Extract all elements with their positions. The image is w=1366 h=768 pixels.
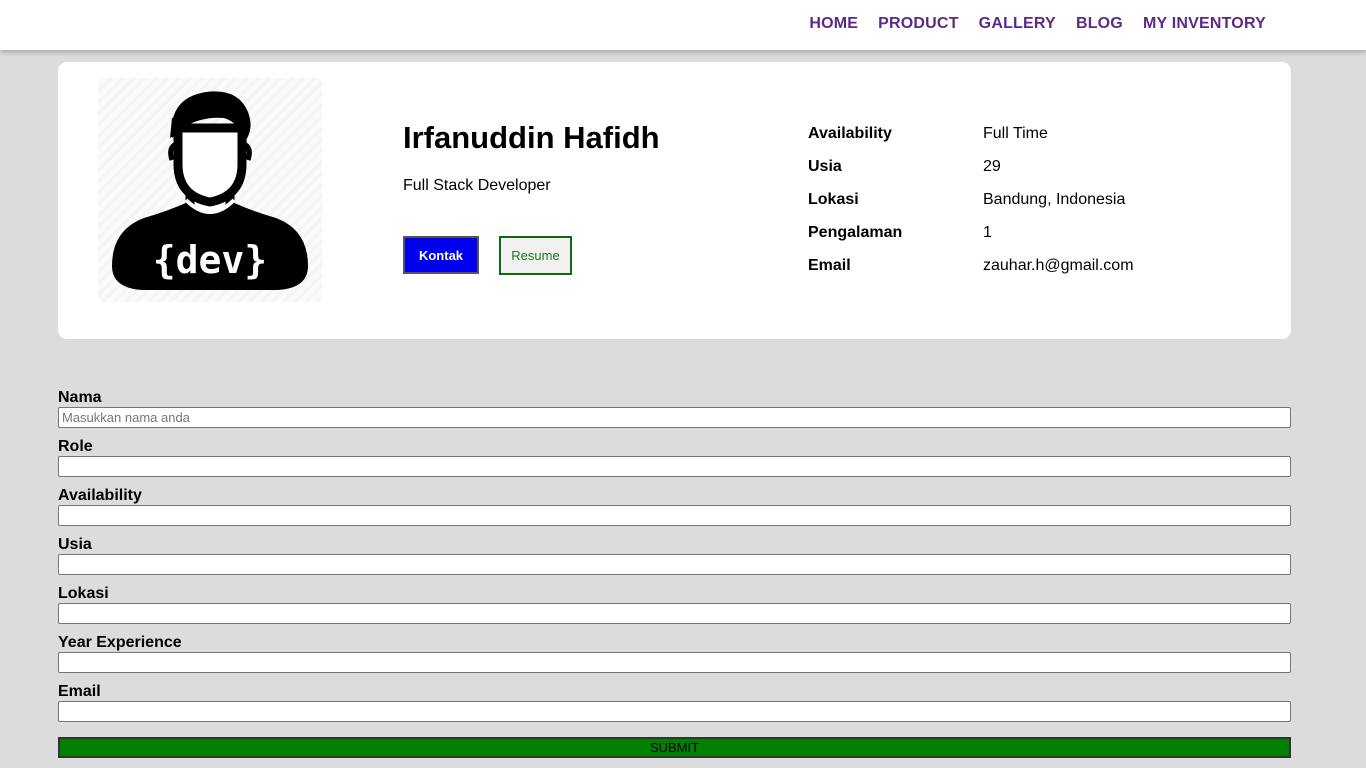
nav-my-inventory-link[interactable]: MY INVENTORY [1143, 15, 1266, 33]
avatar-dev-text: {dev} [153, 238, 267, 282]
nav-blog-link[interactable]: BLOG [1076, 15, 1123, 33]
info-value: 1 [983, 223, 992, 241]
field-lokasi: Lokasi [58, 584, 1291, 633]
availability-label: Availability [58, 487, 142, 504]
profile-role: Full Stack Developer [403, 177, 551, 194]
profile-card: {dev} Irfanuddin Hafidh Full Stack Devel… [58, 62, 1291, 339]
info-row-email: Email zauhar.h@gmail.com [808, 249, 1228, 282]
top-navbar: HOME PRODUCT GALLERY BLOG MY INVENTORY [0, 0, 1366, 50]
nama-input[interactable] [58, 407, 1291, 428]
usia-input[interactable] [58, 554, 1291, 575]
info-row-availability: Availability Full Time [808, 117, 1228, 150]
submit-button[interactable]: SUBMIT [58, 737, 1291, 758]
field-availability: Availability [58, 486, 1291, 535]
field-usia: Usia [58, 535, 1291, 584]
email-input[interactable] [58, 701, 1291, 722]
nav-home-link[interactable]: HOME [809, 15, 858, 33]
info-value: zauhar.h@gmail.com [983, 256, 1134, 274]
info-value: Bandung, Indonesia [983, 190, 1126, 208]
info-key: Pengalaman [808, 223, 903, 241]
info-key: Usia [808, 157, 842, 175]
field-nama: Nama [58, 388, 1291, 437]
field-year-experience: Year Experience [58, 633, 1291, 682]
profile-name: Irfanuddin Hafidh [403, 120, 660, 155]
nav-gallery-link[interactable]: GALLERY [979, 15, 1056, 33]
info-row-lokasi: Lokasi Bandung, Indonesia [808, 183, 1228, 216]
avatar-illustration: {dev} [112, 91, 308, 290]
nav-product-link[interactable]: PRODUCT [878, 15, 959, 33]
email-label: Email [58, 683, 101, 700]
info-key: Availability [808, 124, 892, 142]
developer-avatar-icon: {dev} [98, 78, 322, 302]
availability-input[interactable] [58, 505, 1291, 526]
info-row-usia: Usia 29 [808, 150, 1228, 183]
usia-label: Usia [58, 536, 92, 553]
info-key: Email [808, 256, 851, 274]
resume-button[interactable]: Resume [499, 236, 572, 275]
year-experience-input[interactable] [58, 652, 1291, 673]
info-row-pengalaman: Pengalaman 1 [808, 216, 1228, 249]
field-email: Email [58, 682, 1291, 731]
role-input[interactable] [58, 456, 1291, 477]
info-value: 29 [983, 157, 1001, 175]
info-key: Lokasi [808, 190, 859, 208]
field-role: Role [58, 437, 1291, 486]
nama-label: Nama [58, 389, 102, 406]
kontak-button[interactable]: Kontak [403, 236, 479, 274]
nav-links: HOME PRODUCT GALLERY BLOG MY INVENTORY [789, 15, 1266, 33]
info-value: Full Time [983, 124, 1048, 142]
profile-form: Nama Role Availability Usia Lokasi Year … [58, 388, 1291, 758]
lokasi-label: Lokasi [58, 585, 109, 602]
year-experience-label: Year Experience [58, 634, 182, 651]
profile-info-table: Availability Full Time Usia 29 Lokasi Ba… [808, 117, 1228, 282]
role-label: Role [58, 438, 93, 455]
lokasi-input[interactable] [58, 603, 1291, 624]
